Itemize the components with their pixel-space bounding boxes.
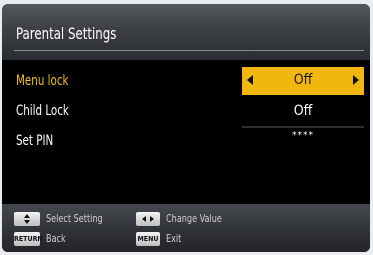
return-key-icon: RETURN [14, 232, 43, 246]
hint-change-value: Change Value [136, 212, 256, 228]
setting-label: Set PIN [16, 133, 54, 149]
setting-row-menu-lock[interactable]: Menu lock Off [2, 67, 370, 96]
hint-label: Change Value [166, 212, 222, 225]
setting-value: Off [293, 72, 313, 88]
setting-label: Menu lock [16, 73, 69, 89]
setting-value: Off [293, 103, 313, 119]
setting-label: Child Lock [16, 103, 69, 119]
hint-label: Back [46, 232, 66, 245]
title-divider [14, 50, 364, 51]
value-selector[interactable]: **** [242, 128, 364, 155]
setting-row-child-lock[interactable]: Child Lock Off [2, 98, 370, 128]
hint-exit: MENU Exit [136, 232, 216, 248]
left-right-keys-icon [136, 212, 160, 226]
parental-settings-panel: Parental Settings Menu lock Off Child Lo… [2, 4, 370, 252]
footer-hints: Select Setting Change Value RETURN Back … [2, 204, 370, 252]
hint-back: RETURN Back [14, 232, 94, 248]
setting-row-set-pin[interactable]: Set PIN **** [2, 128, 370, 156]
value-selector[interactable]: Off [242, 67, 364, 95]
arrow-right-icon[interactable] [353, 75, 359, 85]
hint-label: Exit [166, 232, 182, 245]
value-selector[interactable]: Off [242, 98, 364, 125]
up-down-keys-icon [14, 212, 40, 226]
pin-value: **** [292, 130, 314, 141]
title-bar: Parental Settings [2, 4, 370, 60]
hint-label: Select Setting [46, 212, 103, 225]
page-title: Parental Settings [16, 24, 117, 43]
hint-select-setting: Select Setting [14, 212, 134, 228]
menu-key-icon: MENU [136, 232, 160, 246]
